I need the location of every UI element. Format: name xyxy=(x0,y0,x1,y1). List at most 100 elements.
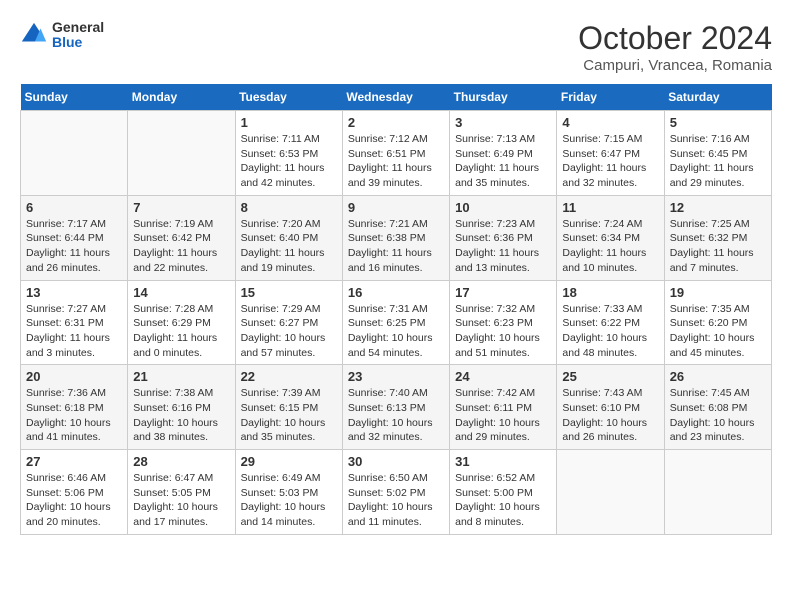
day-number: 8 xyxy=(241,200,337,215)
calendar-cell: 1 Sunrise: 7:11 AMSunset: 6:53 PMDaylight… xyxy=(235,111,342,196)
day-number: 4 xyxy=(562,115,658,130)
calendar-cell xyxy=(21,111,128,196)
calendar-week-row: 13 Sunrise: 7:27 AMSunset: 6:31 PMDayligh… xyxy=(21,280,772,365)
location: Campuri, Vrancea, Romania xyxy=(578,57,772,74)
calendar-week-row: 6 Sunrise: 7:17 AMSunset: 6:44 PMDaylight… xyxy=(21,195,772,280)
cell-details: Sunrise: 7:36 AMSunset: 6:18 PMDaylight:… xyxy=(26,386,122,445)
calendar-cell: 12Sunrise: 7:25 AMSunset: 6:32 PMDayligh… xyxy=(664,195,771,280)
day-number: 9 xyxy=(348,200,444,215)
calendar-cell: 17Sunrise: 7:32 AMSunset: 6:23 PMDayligh… xyxy=(450,280,557,365)
cell-details: Sunrise: 7:21 AMSunset: 6:38 PMDaylight:… xyxy=(348,217,444,276)
day-of-week-header: Thursday xyxy=(450,84,557,111)
calendar-cell: 13 Sunrise: 7:27 AMSunset: 6:31 PMDayligh… xyxy=(21,280,128,365)
cell-details: Sunrise: 7:17 AMSunset: 6:44 PMDaylight:… xyxy=(26,217,122,276)
day-number: 13 xyxy=(26,285,122,300)
calendar-table: SundayMondayTuesdayWednesdayThursdayFrid… xyxy=(20,84,772,535)
calendar-cell: 10 Sunrise: 7:23 AMSunset: 6:36 PMDayligh… xyxy=(450,195,557,280)
day-number: 20 xyxy=(26,369,122,384)
cell-details: Sunrise: 7:11 AMSunset: 6:53 PMDaylight:… xyxy=(241,132,337,191)
calendar-cell: 29 Sunrise: 6:49 AMSunset: 5:03 PMDayligh… xyxy=(235,450,342,535)
cell-details: Sunrise: 7:24 AMSunset: 6:34 PMDaylight:… xyxy=(562,217,658,276)
day-number: 2 xyxy=(348,115,444,130)
day-number: 26 xyxy=(670,369,766,384)
logo-icon xyxy=(20,21,48,49)
day-of-week-header: Wednesday xyxy=(342,84,449,111)
day-number: 19 xyxy=(670,285,766,300)
calendar-cell: 3 Sunrise: 7:13 AMSunset: 6:49 PMDaylight… xyxy=(450,111,557,196)
day-of-week-header: Sunday xyxy=(21,84,128,111)
day-number: 25 xyxy=(562,369,658,384)
day-number: 31 xyxy=(455,454,551,469)
calendar-cell: 6 Sunrise: 7:17 AMSunset: 6:44 PMDaylight… xyxy=(21,195,128,280)
calendar-week-row: 27Sunrise: 6:46 AMSunset: 5:06 PMDayligh… xyxy=(21,450,772,535)
day-of-week-header: Tuesday xyxy=(235,84,342,111)
calendar-cell xyxy=(557,450,664,535)
day-number: 27 xyxy=(26,454,122,469)
cell-details: Sunrise: 7:16 AMSunset: 6:45 PMDaylight:… xyxy=(670,132,766,191)
cell-details: Sunrise: 7:28 AMSunset: 6:29 PMDaylight:… xyxy=(133,302,229,361)
calendar-cell: 27Sunrise: 6:46 AMSunset: 5:06 PMDayligh… xyxy=(21,450,128,535)
cell-details: Sunrise: 7:31 AMSunset: 6:25 PMDaylight:… xyxy=(348,302,444,361)
calendar-week-row: 1 Sunrise: 7:11 AMSunset: 6:53 PMDaylight… xyxy=(21,111,772,196)
logo-general-text: General xyxy=(52,20,104,35)
calendar-header-row: SundayMondayTuesdayWednesdayThursdayFrid… xyxy=(21,84,772,111)
calendar-cell xyxy=(128,111,235,196)
cell-details: Sunrise: 7:23 AMSunset: 6:36 PMDaylight:… xyxy=(455,217,551,276)
calendar-cell: 28Sunrise: 6:47 AMSunset: 5:05 PMDayligh… xyxy=(128,450,235,535)
logo: General Blue xyxy=(20,20,104,51)
cell-details: Sunrise: 7:42 AMSunset: 6:11 PMDaylight:… xyxy=(455,386,551,445)
calendar-cell: 18Sunrise: 7:33 AMSunset: 6:22 PMDayligh… xyxy=(557,280,664,365)
day-number: 5 xyxy=(670,115,766,130)
calendar-week-row: 20 Sunrise: 7:36 AMSunset: 6:18 PMDayligh… xyxy=(21,365,772,450)
cell-details: Sunrise: 6:49 AMSunset: 5:03 PMDaylight:… xyxy=(241,471,337,530)
cell-details: Sunrise: 6:50 AMSunset: 5:02 PMDaylight:… xyxy=(348,471,444,530)
calendar-cell: 19 Sunrise: 7:35 AMSunset: 6:20 PMDayligh… xyxy=(664,280,771,365)
day-number: 10 xyxy=(455,200,551,215)
cell-details: Sunrise: 7:13 AMSunset: 6:49 PMDaylight:… xyxy=(455,132,551,191)
day-of-week-header: Saturday xyxy=(664,84,771,111)
calendar-cell: 24 Sunrise: 7:42 AMSunset: 6:11 PMDayligh… xyxy=(450,365,557,450)
day-number: 17 xyxy=(455,285,551,300)
calendar-cell xyxy=(664,450,771,535)
calendar-cell: 7 Sunrise: 7:19 AMSunset: 6:42 PMDaylight… xyxy=(128,195,235,280)
day-number: 21 xyxy=(133,369,229,384)
cell-details: Sunrise: 7:12 AMSunset: 6:51 PMDaylight:… xyxy=(348,132,444,191)
calendar-cell: 15Sunrise: 7:29 AMSunset: 6:27 PMDayligh… xyxy=(235,280,342,365)
cell-details: Sunrise: 7:29 AMSunset: 6:27 PMDaylight:… xyxy=(241,302,337,361)
cell-details: Sunrise: 7:33 AMSunset: 6:22 PMDaylight:… xyxy=(562,302,658,361)
title-block: October 2024 Campuri, Vrancea, Romania xyxy=(578,20,772,74)
day-number: 14 xyxy=(133,285,229,300)
page-header: General Blue October 2024 Campuri, Vranc… xyxy=(20,20,772,74)
logo-blue-text: Blue xyxy=(52,35,104,50)
day-number: 23 xyxy=(348,369,444,384)
cell-details: Sunrise: 6:52 AMSunset: 5:00 PMDaylight:… xyxy=(455,471,551,530)
calendar-cell: 22Sunrise: 7:39 AMSunset: 6:15 PMDayligh… xyxy=(235,365,342,450)
day-number: 12 xyxy=(670,200,766,215)
calendar-cell: 26Sunrise: 7:45 AMSunset: 6:08 PMDayligh… xyxy=(664,365,771,450)
day-of-week-header: Monday xyxy=(128,84,235,111)
day-number: 24 xyxy=(455,369,551,384)
calendar-cell: 9 Sunrise: 7:21 AMSunset: 6:38 PMDaylight… xyxy=(342,195,449,280)
day-number: 3 xyxy=(455,115,551,130)
cell-details: Sunrise: 7:27 AMSunset: 6:31 PMDaylight:… xyxy=(26,302,122,361)
cell-details: Sunrise: 6:47 AMSunset: 5:05 PMDaylight:… xyxy=(133,471,229,530)
day-number: 11 xyxy=(562,200,658,215)
calendar-cell: 21 Sunrise: 7:38 AMSunset: 6:16 PMDayligh… xyxy=(128,365,235,450)
day-number: 16 xyxy=(348,285,444,300)
cell-details: Sunrise: 7:19 AMSunset: 6:42 PMDaylight:… xyxy=(133,217,229,276)
cell-details: Sunrise: 7:39 AMSunset: 6:15 PMDaylight:… xyxy=(241,386,337,445)
month-title: October 2024 xyxy=(578,20,772,57)
calendar-cell: 20 Sunrise: 7:36 AMSunset: 6:18 PMDayligh… xyxy=(21,365,128,450)
day-number: 29 xyxy=(241,454,337,469)
day-number: 1 xyxy=(241,115,337,130)
cell-details: Sunrise: 7:20 AMSunset: 6:40 PMDaylight:… xyxy=(241,217,337,276)
cell-details: Sunrise: 7:38 AMSunset: 6:16 PMDaylight:… xyxy=(133,386,229,445)
logo-text: General Blue xyxy=(52,20,104,51)
calendar-cell: 4 Sunrise: 7:15 AMSunset: 6:47 PMDaylight… xyxy=(557,111,664,196)
calendar-cell: 14 Sunrise: 7:28 AMSunset: 6:29 PMDayligh… xyxy=(128,280,235,365)
calendar-cell: 23Sunrise: 7:40 AMSunset: 6:13 PMDayligh… xyxy=(342,365,449,450)
cell-details: Sunrise: 7:15 AMSunset: 6:47 PMDaylight:… xyxy=(562,132,658,191)
day-number: 7 xyxy=(133,200,229,215)
day-number: 6 xyxy=(26,200,122,215)
cell-details: Sunrise: 7:35 AMSunset: 6:20 PMDaylight:… xyxy=(670,302,766,361)
